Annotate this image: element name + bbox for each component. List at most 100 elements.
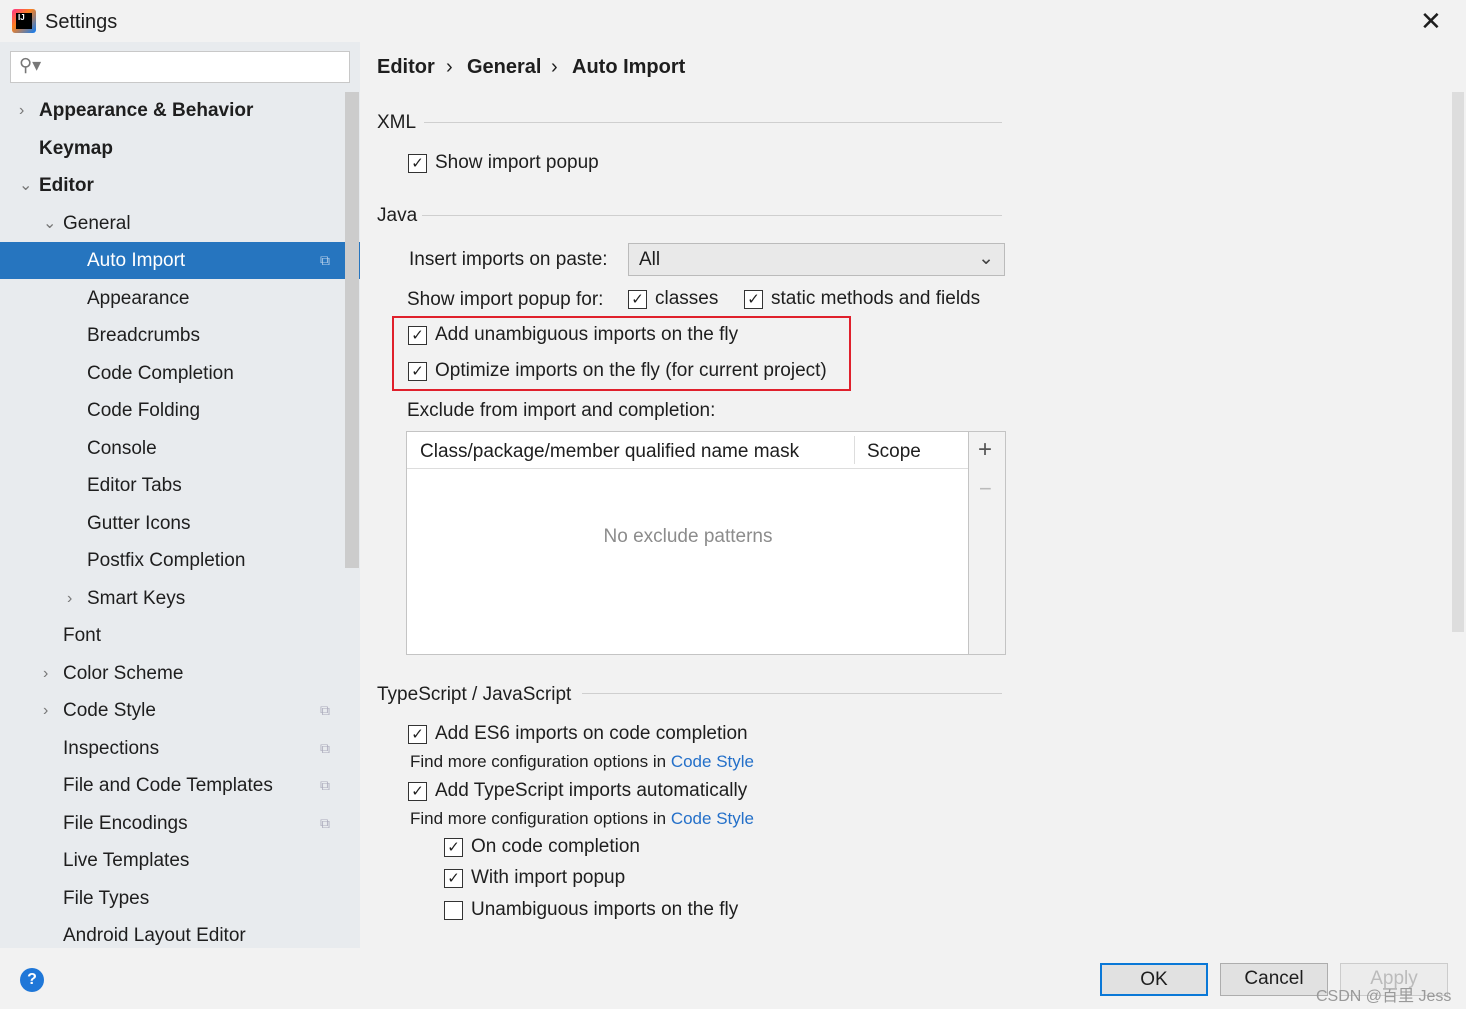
breadcrumb-general[interactable]: General (467, 56, 541, 79)
sidebar-item-appearance-behavior[interactable]: › Appearance & Behavior (0, 92, 360, 129)
sidebar-item-inspections[interactable]: Inspections ⧉ (0, 730, 360, 767)
sidebar-item-label: File Encodings (63, 812, 188, 834)
checkbox-label: classes (655, 288, 719, 309)
dropdown-value: All (639, 249, 661, 270)
sidebar-item-auto-import[interactable]: Auto Import ⧉ (0, 242, 360, 279)
unambiguous-imports-checkbox[interactable]: Unambiguous imports on the fly (444, 899, 738, 921)
close-icon[interactable]: ✕ (1420, 6, 1442, 37)
watermark: CSDN @百里 Jess (1316, 988, 1452, 1005)
hint-label: Find more configuration options in (410, 809, 667, 828)
sidebar-item-code-folding[interactable]: Code Folding (0, 392, 360, 429)
checkbox-icon: ✓ (408, 361, 427, 381)
chevron-right-icon[interactable]: › (19, 92, 24, 129)
sidebar-item-general[interactable]: ⌄ General (0, 205, 360, 242)
classes-checkbox[interactable]: ✓ classes (628, 288, 718, 310)
checkbox-label: Show import popup (435, 152, 599, 173)
sidebar-item-label: Live Templates (63, 850, 190, 871)
sidebar-item-label: Breadcrumbs (87, 325, 200, 346)
sidebar-item-editor[interactable]: ⌄ Editor (0, 167, 360, 204)
checkbox-icon (444, 900, 463, 920)
code-style-link[interactable]: Code Style (671, 809, 754, 828)
chevron-down-icon[interactable]: ⌄ (43, 205, 56, 242)
sidebar-item-android-layout-editor[interactable]: Android Layout Editor (0, 917, 360, 954)
xml-show-popup-checkbox[interactable]: ✓ Show import popup (408, 152, 599, 174)
checkbox-label: static methods and fields (771, 288, 981, 309)
project-scope-icon: ⧉ (320, 739, 330, 756)
sidebar-item-label: Code Style (63, 700, 156, 721)
sidebar-item-editor-tabs[interactable]: Editor Tabs (0, 467, 360, 504)
checkbox-label: Unambiguous imports on the fly (471, 899, 739, 920)
section-xml: XML (377, 112, 417, 133)
divider (422, 215, 1002, 216)
search-input[interactable]: ⚲▾ (10, 51, 350, 83)
sidebar-item-postfix-completion[interactable]: Postfix Completion (0, 542, 360, 579)
sidebar-item-code-style[interactable]: › Code Style ⧉ (0, 692, 360, 729)
sidebar-item-code-completion[interactable]: Code Completion (0, 355, 360, 392)
table-toolbar: + − (968, 432, 1005, 654)
sidebar-item-live-templates[interactable]: Live Templates (0, 842, 360, 879)
insert-imports-dropdown[interactable]: All ⌄ (628, 243, 1005, 276)
checkbox-label: Add unambiguous imports on the fly (435, 324, 739, 345)
add-unambiguous-checkbox[interactable]: ✓ Add unambiguous imports on the fly (408, 324, 738, 346)
sidebar-item-file-and-code-templates[interactable]: File and Code Templates ⧉ (0, 767, 360, 804)
es6-imports-checkbox[interactable]: ✓ Add ES6 imports on code completion (408, 723, 748, 745)
help-icon[interactable]: ? (20, 968, 44, 992)
breadcrumb-editor[interactable]: Editor (377, 56, 435, 79)
sidebar-item-file-encodings[interactable]: File Encodings ⧉ (0, 805, 360, 842)
table-header: Class/package/member qualified name mask… (407, 432, 969, 469)
with-import-popup-checkbox[interactable]: ✓ With import popup (444, 867, 625, 889)
chevron-down-icon: ⌄ (978, 248, 994, 269)
breadcrumb-auto-import: Auto Import (572, 56, 686, 78)
chevron-down-icon[interactable]: ⌄ (19, 167, 32, 204)
exclude-label: Exclude from import and completion: (407, 400, 716, 421)
checkbox-icon: ✓ (408, 153, 427, 173)
sidebar-item-label: Editor (39, 175, 94, 196)
code-style-link[interactable]: Code Style (671, 752, 754, 771)
cancel-button[interactable]: Cancel (1220, 963, 1328, 996)
on-code-completion-checkbox[interactable]: ✓ On code completion (444, 836, 640, 858)
add-icon[interactable]: + (978, 436, 992, 464)
optimize-imports-checkbox[interactable]: ✓ Optimize imports on the fly (for curren… (408, 360, 827, 382)
sidebar-item-label: File and Code Templates (63, 775, 273, 796)
section-java: Java (377, 205, 418, 226)
ok-button[interactable]: OK (1100, 963, 1208, 996)
sidebar-item-label: Postfix Completion (87, 550, 246, 571)
breadcrumb-separator: › (446, 56, 453, 78)
sidebar-item-breadcrumbs[interactable]: Breadcrumbs (0, 317, 360, 354)
sidebar-item-color-scheme[interactable]: › Color Scheme (0, 655, 360, 692)
logo-text: IJ (16, 13, 32, 29)
sidebar-item-keymap[interactable]: Keymap (0, 130, 360, 167)
title-bar (0, 0, 1466, 42)
sidebar-item-label: Gutter Icons (87, 512, 191, 534)
sidebar-item-appearance[interactable]: Appearance (0, 280, 360, 317)
sidebar-item-console[interactable]: Console (0, 430, 360, 467)
sidebar-item-label: Appearance & Behavior (39, 100, 254, 121)
static-methods-checkbox[interactable]: ✓ static methods and fields (744, 288, 980, 310)
content-scrollbar[interactable] (1452, 92, 1464, 632)
checkbox-label: Optimize imports on the fly (for current… (435, 360, 827, 381)
sidebar-item-font[interactable]: Font (0, 617, 360, 654)
column-header-mask[interactable]: Class/package/member qualified name mask (420, 441, 799, 463)
sidebar-item-label: Code Folding (87, 400, 201, 421)
sidebar-scrollbar[interactable] (345, 92, 359, 568)
column-header-scope[interactable]: Scope (867, 441, 921, 463)
sidebar-item-smart-keys[interactable]: › Smart Keys (0, 580, 360, 617)
project-scope-icon: ⧉ (320, 702, 330, 718)
sidebar-item-label: Code Completion (87, 362, 234, 384)
divider (424, 122, 1002, 123)
window-title: Settings (45, 11, 118, 33)
remove-icon[interactable]: − (979, 476, 992, 502)
checkbox-icon: ✓ (408, 325, 427, 345)
sidebar-item-label: Console (87, 437, 157, 459)
sidebar-item-gutter-icons[interactable]: Gutter Icons (0, 505, 360, 542)
chevron-right-icon[interactable]: › (67, 580, 72, 617)
sidebar-item-label: Inspections (63, 737, 160, 759)
insert-imports-label: Insert imports on paste: (409, 249, 608, 270)
project-scope-icon: ⧉ (320, 814, 330, 831)
ts-imports-checkbox[interactable]: ✓ Add TypeScript imports automatically (408, 780, 747, 802)
sidebar-item-file-types[interactable]: File Types (0, 880, 360, 917)
search-icon: ⚲▾ (19, 55, 42, 75)
sidebar-item-label: Color Scheme (63, 662, 184, 684)
chevron-right-icon[interactable]: › (43, 655, 48, 692)
chevron-right-icon[interactable]: › (43, 692, 48, 729)
